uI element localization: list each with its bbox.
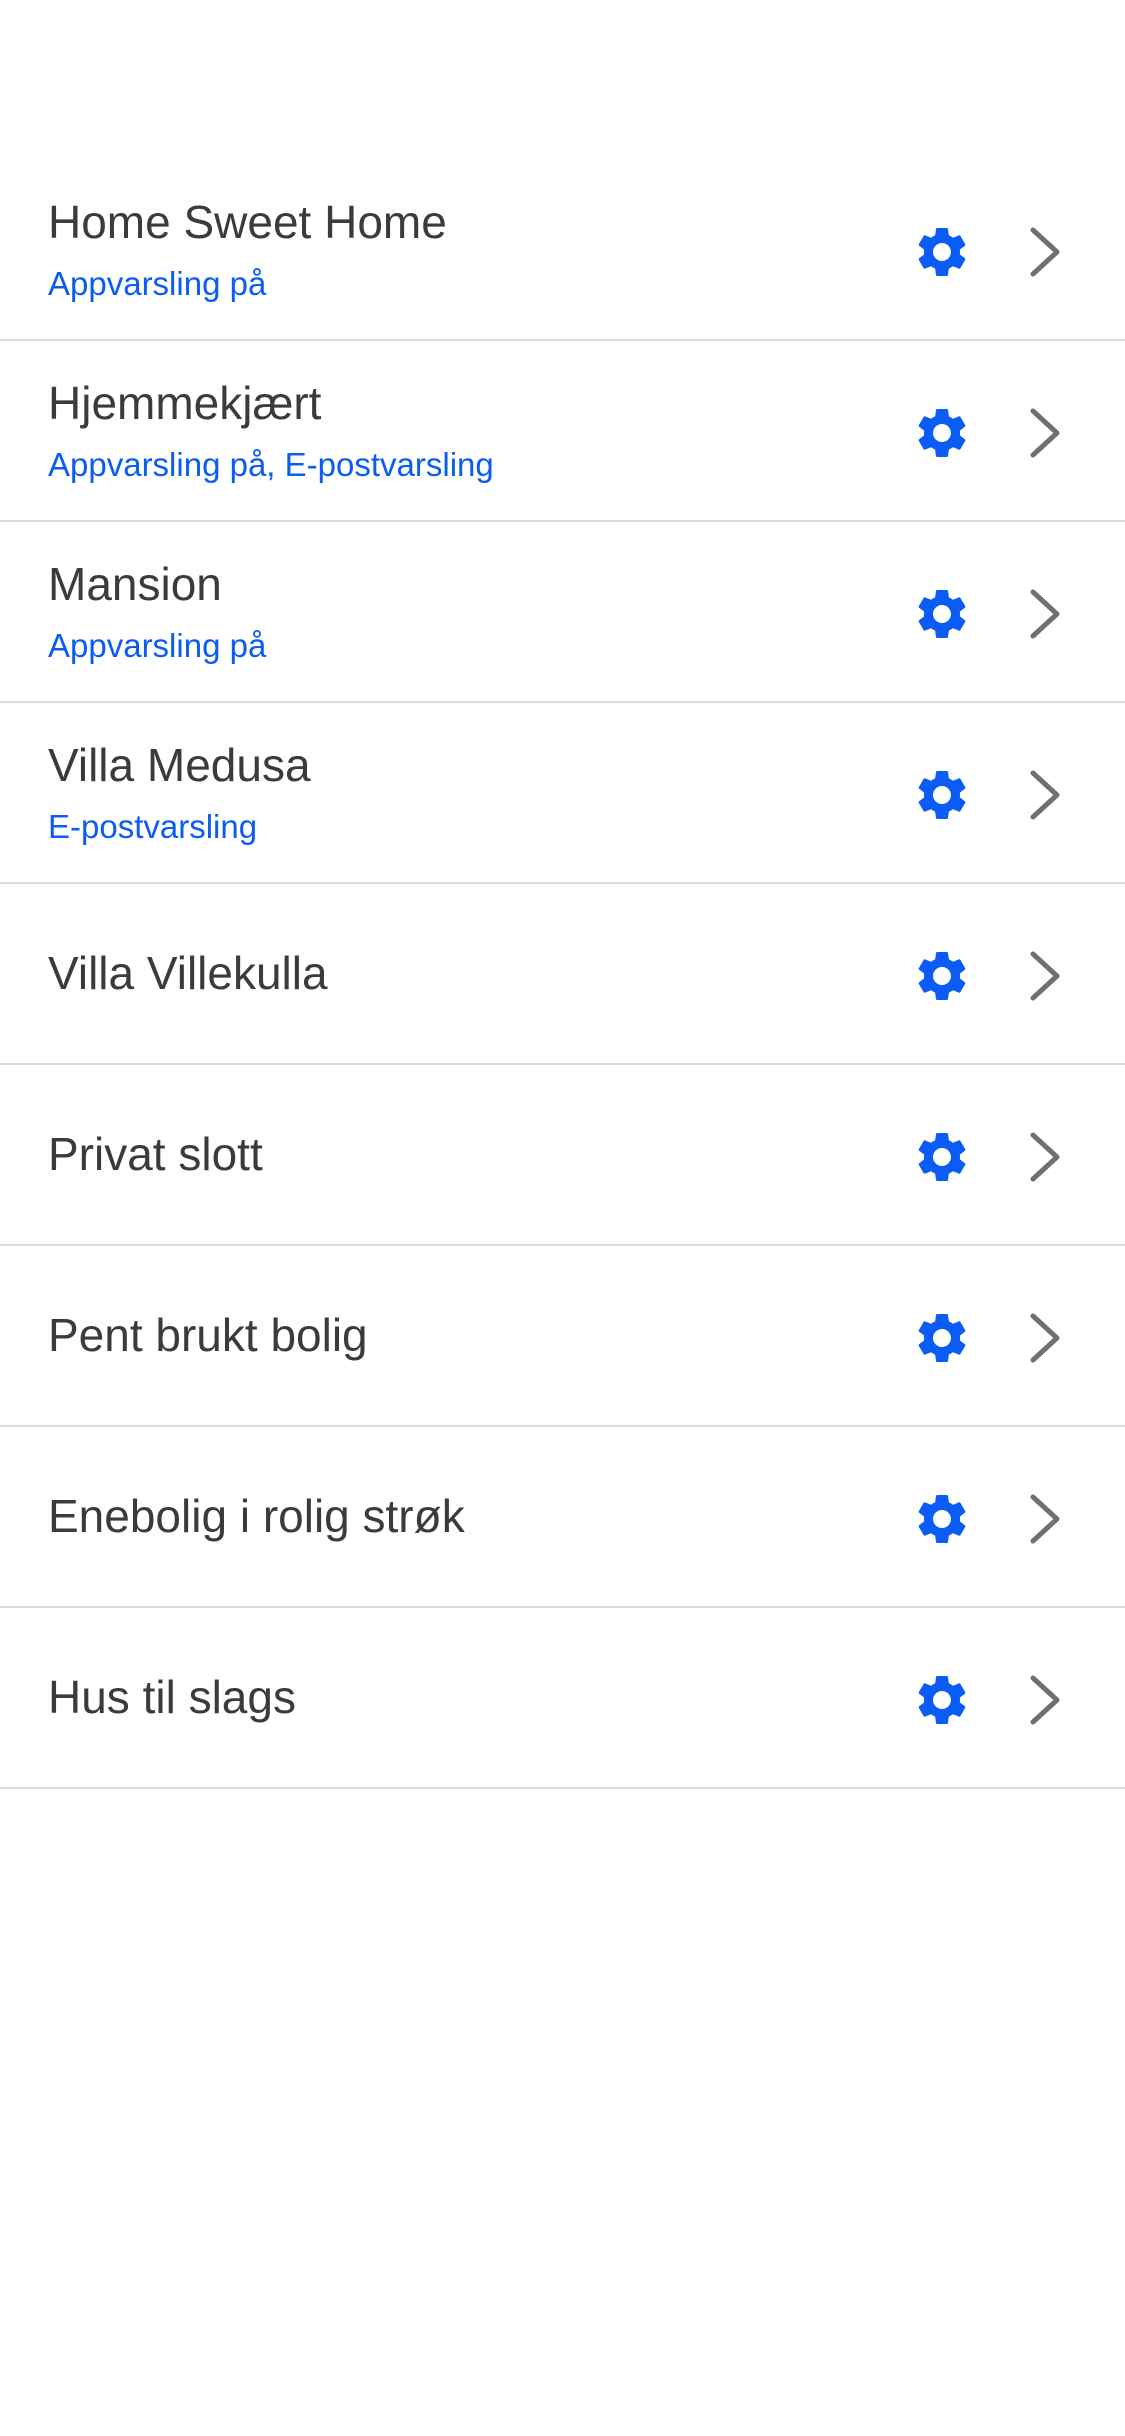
gear-icon[interactable] [912, 584, 972, 644]
home-list-item[interactable]: Privat slott [0, 1065, 1125, 1246]
chevron-right-icon[interactable] [1028, 226, 1062, 278]
home-name: Privat slott [48, 1127, 263, 1180]
home-name: Enebolig i rolig strøk [48, 1489, 465, 1542]
gear-icon[interactable] [912, 1489, 972, 1549]
home-item-text: Home Sweet Home Appvarsling på [48, 160, 885, 339]
home-name: Pent brukt bolig [48, 1308, 368, 1361]
home-list-item[interactable]: Hjemmekjært Appvarsling på, E-postvarsli… [0, 341, 1125, 522]
home-name: Hjemmekjært [48, 377, 322, 430]
chevron-right-icon[interactable] [1028, 1674, 1062, 1726]
gear-icon[interactable] [912, 765, 972, 825]
chevron-right-icon[interactable] [1028, 588, 1062, 640]
home-item-text: Villa Medusa E-postvarsling [48, 703, 885, 882]
home-list-item[interactable]: Enebolig i rolig strøk [0, 1427, 1125, 1608]
home-list-item[interactable]: Pent brukt bolig [0, 1246, 1125, 1427]
gear-icon[interactable] [912, 1308, 972, 1368]
notification-status: Appvarsling på [48, 627, 267, 665]
gear-icon[interactable] [912, 1670, 972, 1730]
home-item-text: Mansion Appvarsling på [48, 522, 885, 701]
notification-status: Appvarsling på, E-postvarsling [48, 446, 494, 484]
home-name: Hus til slags [48, 1670, 296, 1723]
home-item-text: Pent brukt bolig [48, 1246, 885, 1425]
home-list: Home Sweet Home Appvarsling på Hjemmekjæ… [0, 160, 1125, 1789]
chevron-right-icon[interactable] [1028, 1312, 1062, 1364]
home-list-item[interactable]: Villa Medusa E-postvarsling [0, 703, 1125, 884]
homes-screen: { "colors": { "accent": "#0a5cf5", "chev… [0, 0, 1125, 2436]
home-name: Villa Villekulla [48, 946, 328, 999]
chevron-right-icon[interactable] [1028, 1131, 1062, 1183]
home-list-item[interactable]: Mansion Appvarsling på [0, 522, 1125, 703]
home-item-text: Hus til slags [48, 1608, 885, 1787]
chevron-right-icon[interactable] [1028, 1493, 1062, 1545]
chevron-right-icon[interactable] [1028, 950, 1062, 1002]
home-list-item[interactable]: Villa Villekulla [0, 884, 1125, 1065]
home-name: Home Sweet Home [48, 196, 447, 249]
home-item-text: Enebolig i rolig strøk [48, 1427, 885, 1606]
gear-icon[interactable] [912, 403, 972, 463]
home-list-item[interactable]: Hus til slags [0, 1608, 1125, 1789]
gear-icon[interactable] [912, 1127, 972, 1187]
gear-icon[interactable] [912, 946, 972, 1006]
notification-status: E-postvarsling [48, 808, 258, 846]
chevron-right-icon[interactable] [1028, 407, 1062, 459]
gear-icon[interactable] [912, 222, 972, 282]
home-item-text: Privat slott [48, 1065, 885, 1244]
home-item-text: Villa Villekulla [48, 884, 885, 1063]
chevron-right-icon[interactable] [1028, 769, 1062, 821]
home-name: Mansion [48, 558, 222, 611]
home-name: Villa Medusa [48, 739, 311, 792]
notification-status: Appvarsling på [48, 265, 267, 303]
home-list-item[interactable]: Home Sweet Home Appvarsling på [0, 160, 1125, 341]
home-item-text: Hjemmekjært Appvarsling på, E-postvarsli… [48, 341, 885, 520]
